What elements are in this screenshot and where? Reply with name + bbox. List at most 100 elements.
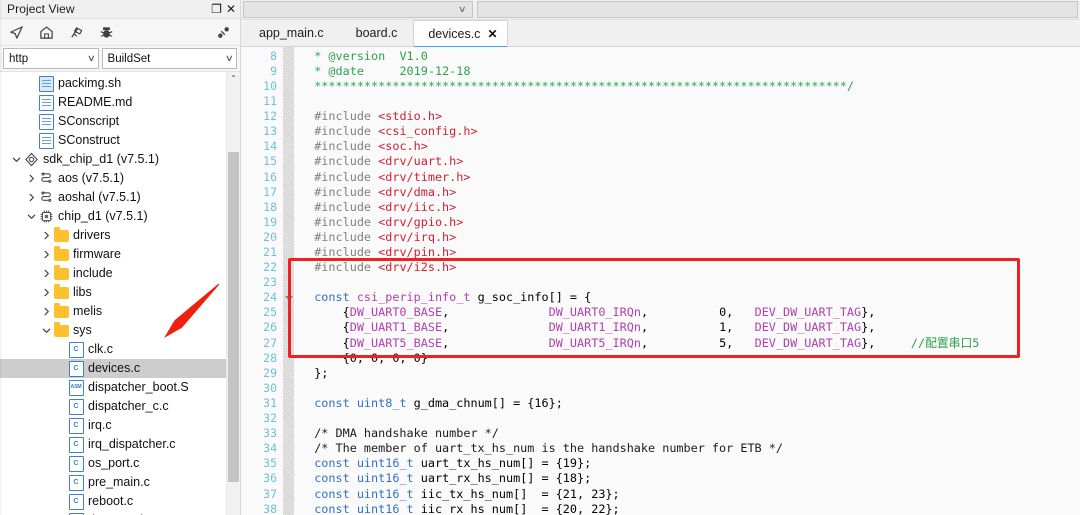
scrollbar-thumb[interactable]: [228, 152, 239, 482]
panel-divider: [0, 0, 2, 515]
tree-item[interactable]: Cos_port.c: [0, 454, 227, 473]
tree-item-label: clk.c: [88, 342, 113, 357]
code-token: DW_UART1_IRQn: [548, 320, 641, 335]
line-number: 11: [263, 94, 277, 109]
chevron-down-icon: ∨: [86, 53, 96, 63]
c-file-icon: C: [68, 436, 84, 453]
link-icon[interactable]: [215, 24, 232, 41]
chevron-down-icon[interactable]: [10, 155, 23, 164]
chevron-right-icon[interactable]: [25, 193, 38, 202]
chevron-right-icon[interactable]: [40, 250, 53, 259]
tree-item[interactable]: ASM dispatcher_boot.S: [0, 378, 227, 397]
bug-icon[interactable]: [98, 24, 115, 41]
code-token: uart_rx_hs_num[] = {18};: [413, 471, 592, 486]
code-text[interactable]: * @version V1.0 * @date 2019-12-18 *****…: [294, 47, 1080, 515]
tree-item[interactable]: .hriscv_csr.h: [0, 511, 227, 515]
folder-icon: [53, 283, 69, 301]
home-icon[interactable]: [38, 24, 55, 41]
tree-item[interactable]: Cdispatcher_c.c: [0, 397, 227, 416]
project-view-panel: Project View ❐ ✕ http ∨ BuildSet ∨ packi…: [0, 0, 241, 515]
tree-item-label: SConstruct: [58, 133, 120, 148]
tree-item[interactable]: drivers: [0, 226, 227, 245]
line-number: 13: [263, 124, 277, 139]
chevron-down-icon[interactable]: [40, 326, 53, 335]
code-token: const: [300, 456, 357, 471]
scope-select[interactable]: ∨: [243, 1, 473, 18]
tree-item-label: reboot.c: [88, 494, 134, 509]
tree-item-label: SConscript: [58, 114, 120, 129]
scroll-up-icon[interactable]: ⌃: [227, 72, 240, 85]
chevron-right-icon[interactable]: [25, 174, 38, 183]
tab-devices-c[interactable]: devices.c ✕: [413, 19, 508, 48]
tree-item[interactable]: SConstruct: [0, 131, 227, 150]
tree-item[interactable]: include: [0, 264, 227, 283]
chevron-right-icon[interactable]: [40, 231, 53, 240]
code-token: <drv/uart.h>: [378, 154, 464, 169]
tree-item[interactable]: SConscript: [0, 112, 227, 131]
code-line: /* DMA handshake number */: [300, 426, 1080, 441]
code-token: <soc.h>: [378, 139, 428, 154]
close-icon[interactable]: ✕: [226, 3, 236, 15]
tree-item[interactable]: Cirq.c: [0, 416, 227, 435]
project-tree-scrollbar[interactable]: ⌃: [226, 72, 240, 515]
code-line: #include <drv/dma.h>: [300, 185, 1080, 200]
tree-item[interactable]: melis: [0, 302, 227, 321]
code-line: * @version V1.0: [300, 49, 1080, 64]
code-token: {: [300, 305, 350, 320]
code-token: {: [300, 320, 350, 335]
telescope-icon[interactable]: [68, 24, 85, 41]
tree-item[interactable]: Cpre_main.c: [0, 473, 227, 492]
code-token: iic_rx_hs_num[] = {20, 22};: [413, 501, 620, 515]
tree-item-label: packimg.sh: [58, 76, 122, 91]
tab-close-icon[interactable]: ✕: [487, 28, 497, 40]
code-token: #include: [300, 260, 379, 275]
undock-icon[interactable]: ❐: [211, 3, 222, 15]
code-line: #include <drv/i2s.h>: [300, 260, 1080, 275]
tree-item[interactable]: README.md: [0, 93, 227, 112]
code-editor[interactable]: 8 9 10 11 12 13 14 15 16 17 18 19 20 21 22 23 24 25 26 27 28…: [241, 46, 1080, 515]
tree-item[interactable]: Cclk.c: [0, 340, 227, 359]
tree-item[interactable]: firmware: [0, 245, 227, 264]
tree-item-selected[interactable]: Cdevices.c: [0, 359, 227, 378]
fold-collapse-icon[interactable]: [284, 293, 293, 302]
tree-item[interactable]: aos (v7.5.1): [0, 169, 227, 188]
tree-item[interactable]: packimg.sh: [0, 74, 227, 93]
chevron-down-icon[interactable]: [25, 212, 38, 221]
tree-item[interactable]: aoshal (v7.5.1): [0, 188, 227, 207]
tree-item[interactable]: chip_d1 (v7.5.1): [0, 207, 227, 226]
tab-app-main-c[interactable]: app_main.c: [243, 21, 340, 46]
symbol-select[interactable]: [477, 1, 1078, 18]
tab-label: devices.c: [428, 26, 481, 41]
line-number: 16: [263, 169, 277, 184]
chevron-right-icon[interactable]: [40, 288, 53, 297]
code-line: const uint16_t uart_rx_hs_num[] = {18};: [300, 471, 1080, 486]
tree-item[interactable]: Cirq_dispatcher.c: [0, 435, 227, 454]
protocol-select[interactable]: http ∨: [3, 48, 99, 69]
code-token: <stdio.h>: [378, 109, 443, 124]
tree-item-label: irq.c: [88, 418, 112, 433]
folder-icon: [53, 302, 69, 320]
chevron-right-icon[interactable]: [40, 307, 53, 316]
navigate-icon[interactable]: [8, 24, 25, 41]
code-token: };: [300, 365, 329, 380]
ide-window: Project View ❐ ✕ http ∨ BuildSet ∨ packi…: [0, 0, 1080, 515]
tree-item-label: chip_d1 (v7.5.1): [58, 209, 148, 224]
tree-item[interactable]: libs: [0, 283, 227, 302]
tree-item[interactable]: Creboot.c: [0, 492, 227, 511]
tree-item[interactable]: sys: [0, 321, 227, 340]
chevron-down-icon: ∨: [458, 3, 467, 14]
code-token: , 0,: [640, 305, 755, 320]
chevron-right-icon[interactable]: [40, 269, 53, 278]
code-token: csi_perip_info_t: [356, 290, 471, 305]
tab-board-c[interactable]: board.c: [340, 21, 414, 46]
code-token: , 1,: [640, 320, 755, 335]
code-token: },: [861, 335, 911, 350]
buildset-select[interactable]: BuildSet ∨: [101, 48, 237, 69]
code-token: <drv/gpio.h>: [378, 214, 464, 229]
code-folding-margin[interactable]: [283, 46, 294, 515]
folder-icon: [53, 245, 69, 263]
tree-item[interactable]: sdk_chip_d1 (v7.5.1): [0, 150, 227, 169]
line-number: 36: [263, 471, 277, 486]
code-token: uint8_t: [356, 395, 407, 410]
